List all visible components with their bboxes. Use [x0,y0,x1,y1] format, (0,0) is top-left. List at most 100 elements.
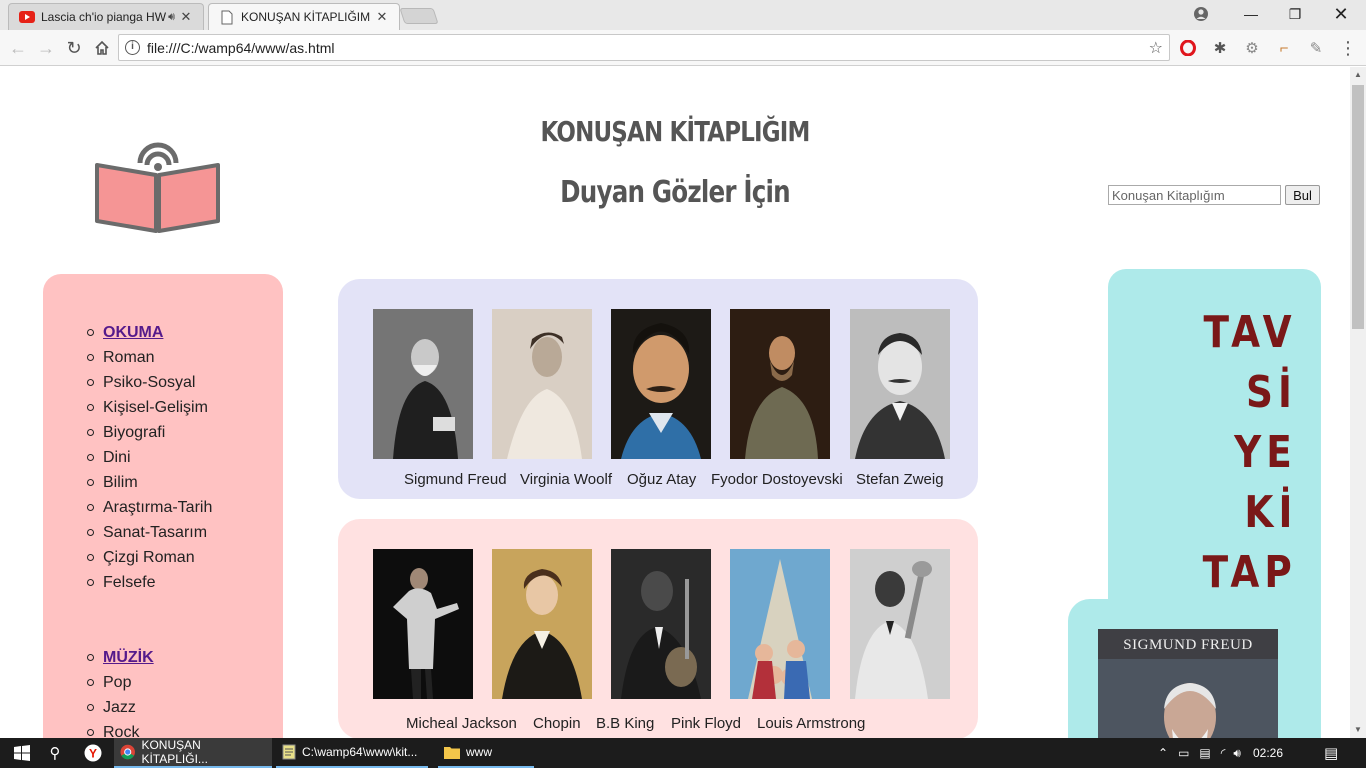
chrome-icon [120,744,135,760]
taskbar-chrome[interactable]: KONUŞAN KİTAPLIĞI... [114,738,272,768]
musician-photo[interactable] [730,549,830,699]
musician-name[interactable]: Micheal Jackson [406,715,517,732]
profile-icon[interactable] [1178,0,1224,28]
taskbar-label: www [466,745,492,759]
recommend-heading-line: Kİ [1243,487,1297,538]
category-item[interactable]: Psiko-Sosyal [86,370,212,395]
category-item[interactable]: Araştırma-Tarih [86,495,212,520]
extension-icon[interactable]: ✱ [1209,37,1231,59]
recommend-heading-line: Sİ [1245,367,1297,418]
close-tab-icon[interactable]: ✕ [179,10,193,24]
category-item[interactable]: Biyografi [86,420,212,445]
category-item[interactable]: Çizgi Roman [86,545,212,570]
search-input[interactable] [1108,185,1281,205]
close-window-icon[interactable]: ✕ [1318,0,1364,28]
category-item[interactable]: Bilim [86,470,212,495]
taskbar-explorer[interactable]: www [438,738,534,768]
recommend-heading-line: TAP [1202,547,1297,598]
extension-tool-icon[interactable]: ⌐ [1273,37,1295,59]
keyboard-icon[interactable]: ▤ [1199,746,1210,760]
extension-gear-icon[interactable]: ⚙ [1241,37,1263,59]
battery-icon[interactable]: ▭ [1178,746,1189,760]
category-item[interactable]: Jazz [87,695,154,720]
category-item[interactable]: Roman [86,345,212,370]
recommend-heading-line: YE [1234,427,1297,478]
volume-icon[interactable]: 🔊︎ [1233,746,1241,761]
forward-icon[interactable]: → [34,36,58,60]
musician-photo[interactable] [373,549,473,699]
musician-name[interactable]: B.B King [596,715,654,732]
taskbar-notepad[interactable]: C:\wamp64\www\kit... [276,738,428,768]
author-name[interactable]: Fyodor Dostoyevski [711,471,843,488]
musician-photo[interactable] [492,549,592,699]
info-icon[interactable]: i [125,40,140,55]
new-tab-button[interactable] [399,8,439,24]
category-item[interactable]: Sanat-Tasarım [86,520,212,545]
page-subtitle: Duyan Gözler İçin [560,175,790,210]
address-bar[interactable]: i file:///C:/wamp64/www/as.html ☆ [118,34,1170,61]
scroll-up-icon[interactable]: ▲ [1350,67,1366,83]
search-icon[interactable]: ⚲ [40,738,70,768]
back-icon[interactable]: ← [6,36,30,60]
author-name[interactable]: Virginia Woolf [520,471,612,488]
close-tab-icon[interactable]: ✕ [375,10,389,24]
windows-start-icon[interactable] [4,738,40,768]
speaker-icon[interactable]: 🔊︎ [168,11,175,24]
musician-name[interactable]: Chopin [533,715,581,732]
yandex-icon[interactable]: Y [78,738,108,768]
musician-photo[interactable] [611,549,711,699]
svg-text:Y: Y [89,747,97,761]
scrollbar-thumb[interactable] [1352,85,1364,329]
tab-youtube[interactable]: Lascia ch'io pianga HWV 🔊︎ ✕ [8,3,204,30]
search-button[interactable]: Bul [1285,185,1320,205]
home-icon[interactable] [90,36,114,60]
musician-name[interactable]: Louis Armstrong [757,715,865,732]
category-heading-muzik[interactable]: MÜZİK [87,645,154,670]
author-photo[interactable] [850,309,950,459]
music-category-list: MÜZİK Pop Jazz Rock [87,645,154,738]
recommend-heading-line: TAV [1203,307,1297,358]
musician-photo[interactable] [850,549,950,699]
author-photo[interactable] [730,309,830,459]
author-name[interactable]: Oğuz Atay [627,471,696,488]
category-item[interactable]: Pop [87,670,154,695]
url-text[interactable]: file:///C:/wamp64/www/as.html [147,40,335,56]
reload-icon[interactable]: ↻ [62,36,86,60]
author-name[interactable]: Stefan Zweig [856,471,944,488]
category-item[interactable]: Kişisel-Gelişim [86,395,212,420]
menu-icon[interactable]: ⋮ [1337,37,1359,59]
page-title: KONUŞAN KİTAPLIĞIM [540,115,810,148]
page-scrollbar[interactable]: ▲ ▼ [1350,67,1366,738]
opera-icon[interactable] [1177,37,1199,59]
taskbar-label: KONUŞAN KİTAPLIĞI... [141,738,208,766]
bookmark-star-icon[interactable]: ☆ [1149,38,1163,58]
category-item[interactable]: Dini [86,445,212,470]
notification-icon[interactable]: ▤ [1324,738,1338,768]
book-cover-title: SIGMUND FREUD [1123,637,1253,653]
page-content: KONUŞAN KİTAPLIĞIM Duyan Gözler İçin Bul… [0,67,1350,738]
category-item[interactable]: Rock [87,720,154,738]
minimize-icon[interactable]: — [1228,0,1274,28]
musician-name[interactable]: Pink Floyd [671,715,741,732]
system-tray: ⌃ ▭ ▤ ◜ 🔊︎ 02:26 [1158,738,1283,768]
tab-strip: Lascia ch'io pianga HWV 🔊︎ ✕ KONUŞAN KİT… [0,0,1366,30]
pen-icon[interactable]: ✎ [1305,37,1327,59]
author-photo[interactable] [611,309,711,459]
taskbar: ⚲ Y KONUŞAN KİTAPLIĞI... C:\wamp64\www\k… [0,738,1366,768]
tray-expand-icon[interactable]: ⌃ [1158,746,1168,760]
folder-icon [444,747,460,759]
author-photo[interactable] [373,309,473,459]
wifi-icon[interactable]: ◜ [1221,746,1226,760]
recommended-book-cover[interactable]: SIGMUND FREUD [1098,629,1278,738]
category-item[interactable]: Felsefe [86,570,212,595]
restore-icon[interactable]: ❐ [1272,0,1318,28]
author-name[interactable]: Sigmund Freud [404,471,507,488]
tab-title: KONUŞAN KİTAPLIĞIM [241,10,371,24]
musicians-row: Micheal Jackson Chopin B.B King Pink Flo… [338,519,978,738]
category-heading-okuma[interactable]: OKUMA [86,320,212,345]
scroll-down-icon[interactable]: ▼ [1350,722,1366,738]
category-sidebar: OKUMA Roman Psiko-Sosyal Kişisel-Gelişim… [43,274,283,738]
tab-active[interactable]: KONUŞAN KİTAPLIĞIM ✕ [208,3,400,30]
clock-time[interactable]: 02:26 [1253,746,1283,760]
author-photo[interactable] [492,309,592,459]
